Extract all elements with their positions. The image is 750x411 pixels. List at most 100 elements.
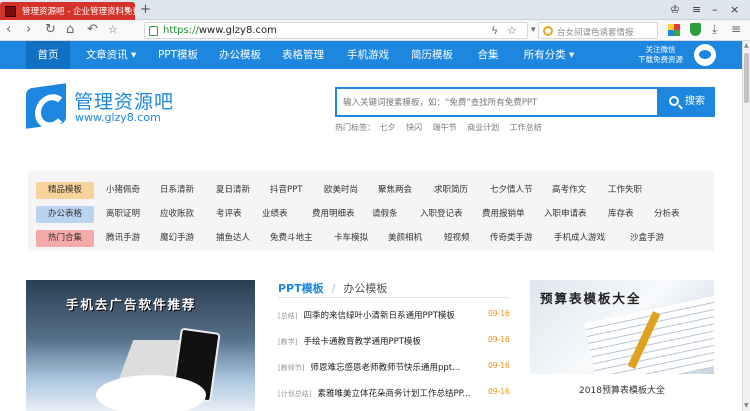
category-link[interactable]: 美颜相机: [388, 230, 422, 247]
hero-banner[interactable]: 手机去广告软件推荐: [26, 280, 255, 411]
category-link[interactable]: 小猪佩奇: [106, 182, 140, 199]
search-button[interactable]: 搜索: [657, 87, 715, 117]
category-badge-collections[interactable]: 热门合集: [36, 230, 94, 247]
follow-wechat[interactable]: 关注微信 下载免费资源: [638, 45, 683, 65]
wechat-icon[interactable]: [694, 44, 716, 66]
nav-item-home[interactable]: 首页: [26, 41, 70, 69]
list-item[interactable]: [总结] 四季的来信绿叶小清新日系通用PPT模板 09-16: [278, 309, 510, 323]
forward-icon[interactable]: ›: [26, 21, 31, 39]
menu-icon[interactable]: ≡: [692, 3, 701, 16]
dropdown-chevron-icon[interactable]: ▾: [531, 21, 536, 39]
undo-icon[interactable]: ↶: [87, 21, 98, 39]
category-link[interactable]: 免费斗地主: [270, 230, 313, 247]
download-icon[interactable]: ⤓: [712, 22, 717, 37]
minimize-icon[interactable]: –: [712, 3, 718, 16]
favorite-star-icon[interactable]: ☆: [507, 24, 517, 37]
list-item[interactable]: [教学] 手绘卡通教育教学通用PPT模板 09-16: [278, 335, 510, 349]
hot-tag[interactable]: 七夕: [380, 123, 396, 132]
article-title[interactable]: 素雅唯美立体花朵商务计划工作总结PP...: [317, 389, 470, 399]
shirt-icon[interactable]: ♔: [670, 3, 680, 16]
category-link[interactable]: 魔幻手游: [160, 230, 194, 247]
logo-title[interactable]: 管理资源吧: [74, 87, 174, 114]
side-card-caption[interactable]: 2018预算表模板大全: [530, 383, 714, 396]
list-item[interactable]: [计划总结] 素雅唯美立体花朵商务计划工作总结PP... 09-16: [278, 387, 510, 401]
hero-title: 手机去广告软件推荐: [66, 297, 197, 312]
category-link[interactable]: 高考作文: [552, 182, 586, 199]
article-tag: [教学]: [278, 338, 298, 346]
category-link[interactable]: 业绩表: [262, 206, 288, 223]
tab-close-icon[interactable]: ×: [123, 5, 131, 15]
category-link[interactable]: 工作失职: [608, 182, 642, 199]
category-link[interactable]: 夏日清新: [216, 182, 250, 199]
category-link[interactable]: 沙盒手游: [630, 230, 664, 247]
nav-item-tables[interactable]: 表格管理: [277, 41, 329, 69]
category-link[interactable]: 入职登记表: [420, 206, 463, 223]
nav-item-all-categories[interactable]: 所有分类 ▾: [516, 41, 582, 69]
category-link[interactable]: 入职申请表: [544, 206, 587, 223]
site-search-input[interactable]: 输入关键词搜素模板，如：“免费”查找所有免费PPT: [335, 87, 657, 117]
category-link[interactable]: 日系清新: [160, 182, 194, 199]
category-link[interactable]: 腾讯手游: [106, 230, 140, 247]
hot-tag[interactable]: 快闪: [406, 123, 422, 132]
tab-office[interactable]: 办公模板: [343, 282, 387, 295]
article-title[interactable]: 师恩难忘感恩老师教师节快乐通用ppt...: [310, 363, 460, 373]
category-badge-office[interactable]: 办公表格: [36, 206, 94, 223]
nav-item-mobile-games[interactable]: 手机游戏: [342, 41, 394, 69]
browser-search-placeholder: 台女间谍色诱套情报: [557, 28, 634, 38]
browser-search-field[interactable]: 台女间谍色诱套情报: [538, 22, 658, 39]
category-link[interactable]: 七夕情人节: [490, 182, 533, 199]
article-title[interactable]: 手绘卡通教育教学通用PPT模板: [303, 337, 420, 347]
hot-tag[interactable]: 商业计划: [467, 123, 499, 132]
category-link[interactable]: 应收账款: [160, 206, 194, 223]
category-link[interactable]: 短视频: [444, 230, 470, 247]
scroll-down-icon[interactable]: ▼: [744, 402, 749, 409]
category-link[interactable]: 请假条: [372, 206, 398, 223]
shield-icon[interactable]: [690, 23, 701, 36]
scrollbar-thumb[interactable]: [744, 53, 749, 103]
search-icon: [669, 96, 679, 106]
apps-grid-icon[interactable]: [668, 24, 680, 36]
close-window-icon[interactable]: ×: [730, 3, 739, 16]
tab-ppt[interactable]: PPT模板: [278, 282, 324, 295]
new-tab-button[interactable]: +: [140, 2, 151, 17]
category-link[interactable]: 分析表: [654, 206, 680, 223]
home-icon[interactable]: ⌂: [66, 21, 74, 39]
lightning-icon[interactable]: ϟ: [491, 24, 498, 37]
category-badge-featured[interactable]: 精品模板: [36, 182, 94, 199]
site-navigation: 首页 文章资讯 ▾ PPT模板 办公模板 表格管理 手机游戏 简历模板 合集 所…: [0, 41, 742, 69]
browser-tab-bar: 管理资源吧 - 企业管理资料免费 × + ♔ ≡ – ×: [0, 0, 750, 20]
budget-template-image[interactable]: 预算表模板大全: [530, 280, 714, 374]
category-link[interactable]: 传奇类手游: [490, 230, 533, 247]
category-link[interactable]: 聚焦两会: [378, 182, 412, 199]
category-link[interactable]: 抖音PPT: [270, 182, 302, 199]
page-scrollbar[interactable]: ▲ ▼: [742, 41, 750, 411]
category-link[interactable]: 考评表: [216, 206, 242, 223]
nav-item-resume[interactable]: 简历模板: [406, 41, 458, 69]
more-icon[interactable]: ≡: [731, 22, 741, 36]
address-bar[interactable]: https://www.glzy8.com ϟ ☆: [144, 22, 528, 39]
category-link[interactable]: 费用报销单: [482, 206, 525, 223]
scroll-up-icon[interactable]: ▲: [744, 42, 749, 49]
back-icon[interactable]: ‹: [6, 21, 11, 39]
bookmark-star-icon[interactable]: ☆: [108, 21, 118, 39]
reload-icon[interactable]: ↻: [45, 21, 56, 39]
category-link[interactable]: 捕鱼达人: [216, 230, 250, 247]
category-link[interactable]: 卡车模拟: [334, 230, 368, 247]
category-link[interactable]: 求职简历: [434, 182, 468, 199]
category-link[interactable]: 欧美时尚: [324, 182, 358, 199]
nav-item-collections[interactable]: 合集: [470, 41, 506, 69]
article-title[interactable]: 四季的来信绿叶小清新日系通用PPT模板: [303, 311, 454, 321]
category-link[interactable]: 库存表: [608, 206, 634, 223]
category-link[interactable]: 手机成人游戏: [554, 230, 605, 247]
nav-item-office[interactable]: 办公模板: [214, 41, 266, 69]
category-link[interactable]: 费用明细表: [312, 206, 355, 223]
hot-tag[interactable]: 端午节: [433, 123, 457, 132]
nav-item-ppt[interactable]: PPT模板: [152, 41, 204, 69]
hot-tag[interactable]: 工作总结: [510, 123, 542, 132]
list-item[interactable]: [教师节] 师恩难忘感恩老师教师节快乐通用ppt... 09-16: [278, 361, 510, 375]
site-logo-icon[interactable]: [26, 83, 66, 129]
nav-item-articles[interactable]: 文章资讯 ▾: [74, 41, 148, 69]
category-link[interactable]: 离职证明: [106, 206, 140, 223]
browser-tab[interactable]: 管理资源吧 - 企业管理资料免费 ×: [0, 2, 135, 20]
content-tabs: PPT模板 / 办公模板: [278, 280, 387, 296]
